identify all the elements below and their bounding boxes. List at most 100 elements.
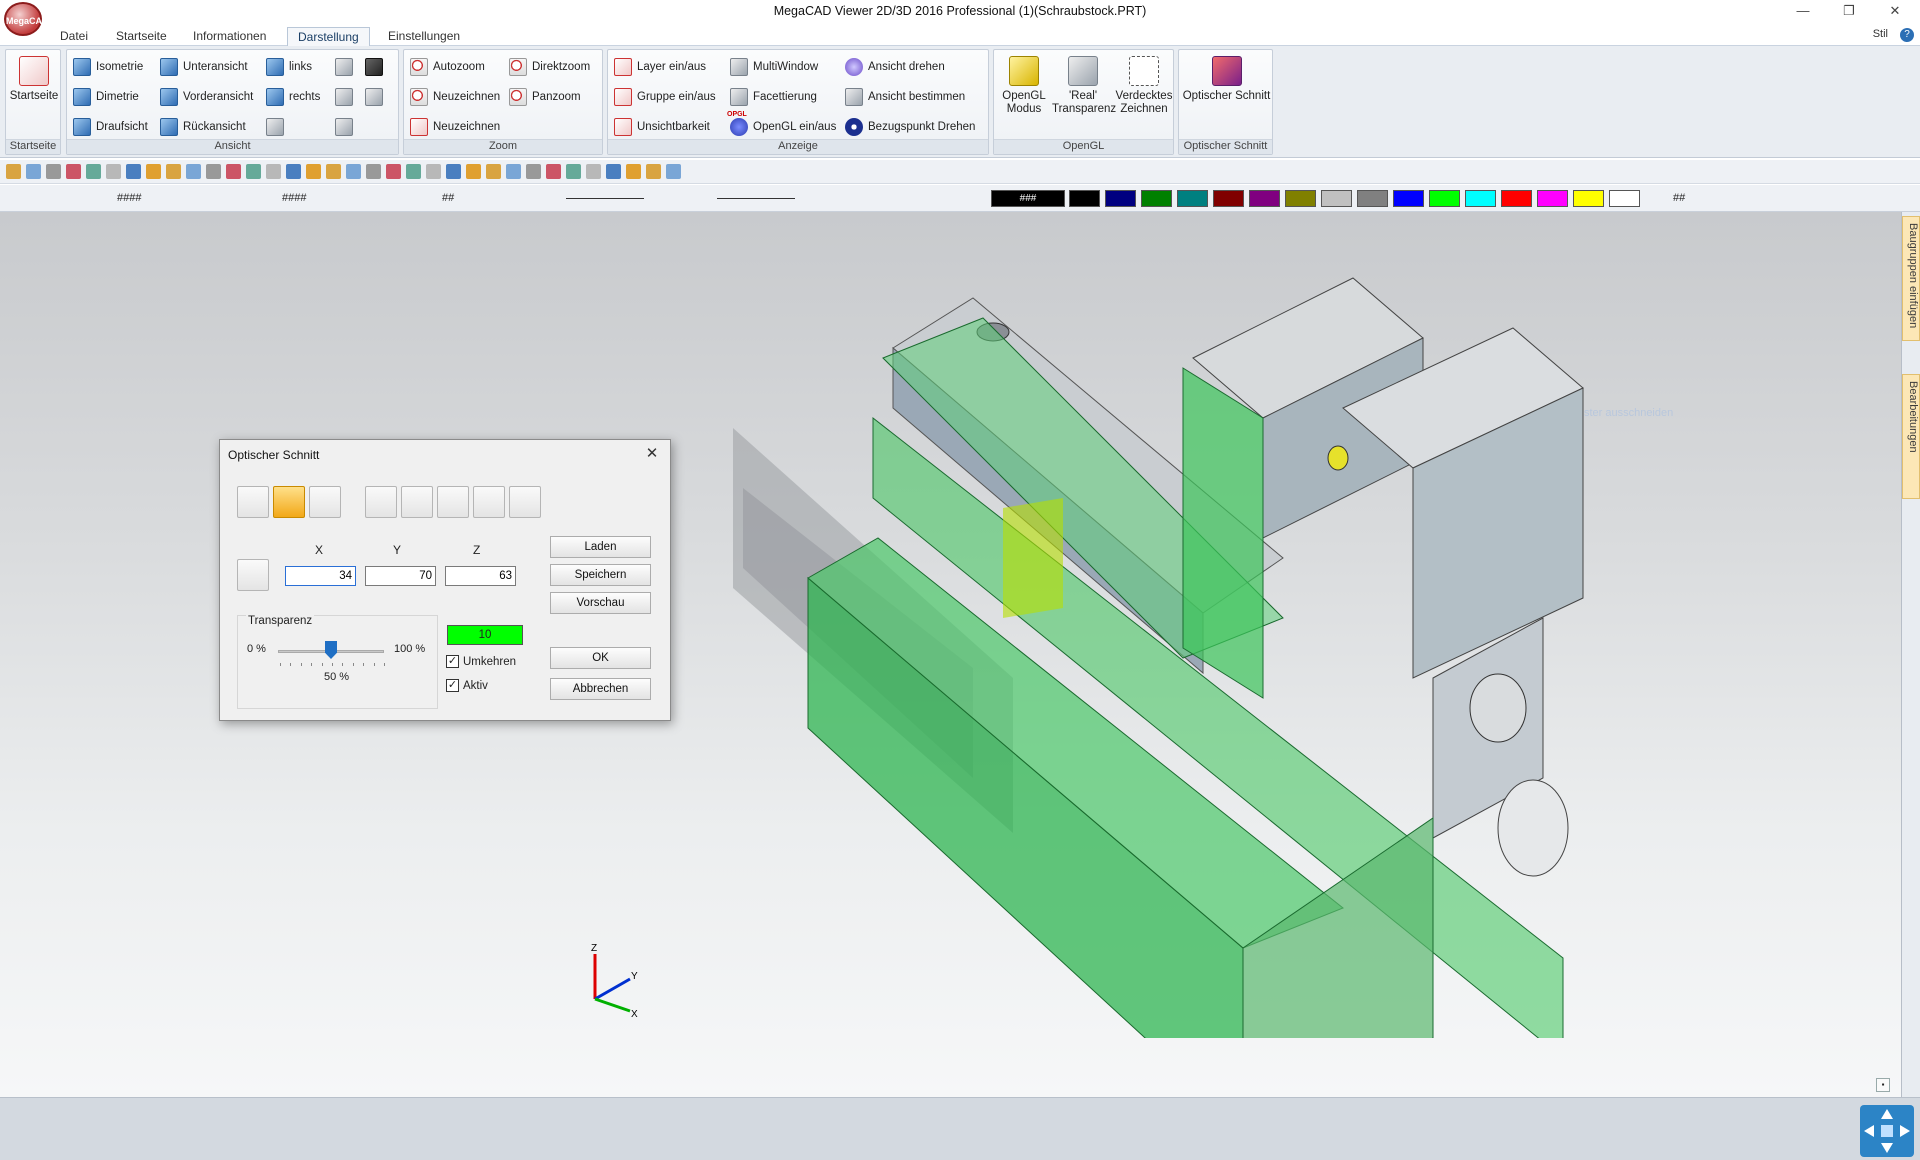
color-swatch[interactable] bbox=[1177, 190, 1208, 207]
current-color-swatch[interactable]: ### bbox=[991, 190, 1065, 207]
toolbar-tool-icon[interactable] bbox=[666, 164, 681, 179]
color-swatch[interactable] bbox=[1321, 190, 1352, 207]
toolbar-tool-icon[interactable] bbox=[86, 164, 101, 179]
help-icon[interactable]: ? bbox=[1900, 28, 1914, 42]
color-swatch[interactable] bbox=[1141, 190, 1172, 207]
group-toggle-button[interactable]: Gruppe ein/aus bbox=[614, 86, 716, 108]
toolbar-tool-icon[interactable] bbox=[166, 164, 181, 179]
color-swatch[interactable] bbox=[1501, 190, 1532, 207]
color-swatch[interactable] bbox=[1285, 190, 1316, 207]
vise-3d-model[interactable] bbox=[583, 258, 1693, 1038]
preview-button[interactable]: Vorschau bbox=[550, 592, 651, 614]
toolbar-tool-icon[interactable] bbox=[126, 164, 141, 179]
active-check-box[interactable]: ✓ bbox=[446, 679, 459, 692]
active-checkbox[interactable]: ✓ Aktiv bbox=[446, 679, 488, 692]
plane-custom-button[interactable] bbox=[473, 486, 505, 518]
neuzeichnen-button-2[interactable]: Neuzeichnen bbox=[410, 116, 500, 138]
view-cylinder-button-2[interactable] bbox=[335, 56, 358, 78]
toolbar-tool-icon[interactable] bbox=[146, 164, 161, 179]
color-swatch[interactable] bbox=[1069, 190, 1100, 207]
toolbar-tool-icon[interactable] bbox=[526, 164, 541, 179]
opengl-modus-button[interactable]: OpenGL Modus bbox=[996, 56, 1052, 116]
rueckansicht-button[interactable]: Rückansicht bbox=[160, 116, 246, 138]
invert-check-box[interactable]: ✓ bbox=[446, 655, 459, 668]
links-button[interactable]: links bbox=[266, 56, 312, 78]
toolbar-tool-icon[interactable] bbox=[306, 164, 321, 179]
style-dropdown[interactable]: Stil bbox=[1873, 28, 1888, 40]
group-field[interactable]: #### bbox=[282, 192, 306, 204]
optischer-schnitt-button[interactable]: Optischer Schnitt bbox=[1179, 56, 1274, 103]
toolbar-tool-icon[interactable] bbox=[326, 164, 341, 179]
maximize-button[interactable]: ❐ bbox=[1826, 0, 1872, 24]
toolbar-tool-icon[interactable] bbox=[466, 164, 481, 179]
save-button[interactable]: Speichern bbox=[550, 564, 651, 586]
color-swatch[interactable] bbox=[1213, 190, 1244, 207]
autozoom-button[interactable]: Autozoom bbox=[410, 56, 485, 78]
direktzoom-button[interactable]: Direktzoom bbox=[509, 56, 590, 78]
view-cylinder-button-4[interactable] bbox=[335, 116, 358, 138]
multiwindow-button[interactable]: MultiWindow bbox=[730, 56, 818, 78]
opengl-toggle-button[interactable]: OpenGL ein/aus bbox=[730, 116, 836, 138]
real-transparency-button[interactable]: 'Real' Transparenz bbox=[1052, 56, 1116, 116]
dialog-close-button[interactable]: ✕ bbox=[640, 443, 664, 465]
line-width-preview[interactable] bbox=[717, 198, 795, 199]
draufsicht-button[interactable]: Draufsicht bbox=[73, 116, 148, 138]
plane-xz-button[interactable] bbox=[273, 486, 305, 518]
toolbar-tool-icon[interactable] bbox=[446, 164, 461, 179]
bezugspunkt-drehen-button[interactable]: Bezugspunkt Drehen bbox=[845, 116, 975, 138]
tab-darstellung[interactable]: Darstellung bbox=[287, 27, 370, 46]
toolbar-tool-icon[interactable] bbox=[6, 164, 21, 179]
layer-toggle-button[interactable]: Layer ein/aus bbox=[614, 56, 706, 78]
line-field[interactable]: ## bbox=[442, 192, 454, 204]
toolbar-tool-icon[interactable] bbox=[426, 164, 441, 179]
z-input[interactable] bbox=[445, 566, 516, 586]
invert-checkbox[interactable]: ✓ Umkehren bbox=[446, 655, 516, 668]
plane-rotate-y-button[interactable] bbox=[401, 486, 433, 518]
cancel-button[interactable]: Abbrechen bbox=[550, 678, 651, 700]
section-color-field[interactable]: 10 bbox=[447, 625, 523, 645]
tab-startseite[interactable]: Startseite bbox=[106, 27, 177, 46]
toolbar-tool-icon[interactable] bbox=[206, 164, 221, 179]
toolbar-tool-icon[interactable] bbox=[46, 164, 61, 179]
toolbar-tool-icon[interactable] bbox=[486, 164, 501, 179]
y-input[interactable] bbox=[365, 566, 436, 586]
vorderansicht-button[interactable]: Vorderansicht bbox=[160, 86, 253, 108]
toolbar-tool-icon[interactable] bbox=[226, 164, 241, 179]
color-swatch[interactable] bbox=[1573, 190, 1604, 207]
toolbar-tool-icon[interactable] bbox=[586, 164, 601, 179]
pick-point-button[interactable] bbox=[237, 559, 269, 591]
load-button[interactable]: Laden bbox=[550, 536, 651, 558]
dimetrie-button[interactable]: Dimetrie bbox=[73, 86, 139, 108]
color-swatch[interactable] bbox=[1465, 190, 1496, 207]
color-swatch[interactable] bbox=[1357, 190, 1388, 207]
plane-rotate-x-button[interactable] bbox=[365, 486, 397, 518]
app-logo[interactable]: MegaCAD bbox=[4, 2, 49, 36]
plane-yz-button[interactable] bbox=[309, 486, 341, 518]
color-swatch[interactable] bbox=[1429, 190, 1460, 207]
toolbar-tool-icon[interactable] bbox=[286, 164, 301, 179]
facettierung-button[interactable]: Facettierung bbox=[730, 86, 817, 108]
toolbar-tool-icon[interactable] bbox=[626, 164, 641, 179]
ok-button[interactable]: OK bbox=[550, 647, 651, 669]
toolbar-tool-icon[interactable] bbox=[606, 164, 621, 179]
plane-rotate-z-button[interactable] bbox=[437, 486, 469, 518]
toolbar-tool-icon[interactable] bbox=[246, 164, 261, 179]
isometrie-button[interactable]: Isometrie bbox=[73, 56, 143, 78]
plane-box-button[interactable] bbox=[509, 486, 541, 518]
toolbar-tool-icon[interactable] bbox=[546, 164, 561, 179]
startseite-button[interactable]: Startseite bbox=[6, 56, 62, 103]
toolbar-tool-icon[interactable] bbox=[386, 164, 401, 179]
line-style-preview[interactable] bbox=[566, 198, 644, 199]
tab-informationen[interactable]: Informationen bbox=[183, 27, 276, 46]
x-input[interactable] bbox=[285, 566, 356, 586]
invisibility-button[interactable]: Unsichtbarkeit bbox=[614, 116, 710, 138]
toolbar-tool-icon[interactable] bbox=[106, 164, 121, 179]
unteransicht-button[interactable]: Unteransicht bbox=[160, 56, 248, 78]
toolbar-tool-icon[interactable] bbox=[66, 164, 81, 179]
toolbar-tool-icon[interactable] bbox=[506, 164, 521, 179]
color-swatch[interactable] bbox=[1393, 190, 1424, 207]
plane-xy-button[interactable] bbox=[237, 486, 269, 518]
color-swatch[interactable] bbox=[1609, 190, 1640, 207]
ansicht-drehen-button[interactable]: Ansicht drehen bbox=[845, 56, 945, 78]
toolbar-tool-icon[interactable] bbox=[26, 164, 41, 179]
